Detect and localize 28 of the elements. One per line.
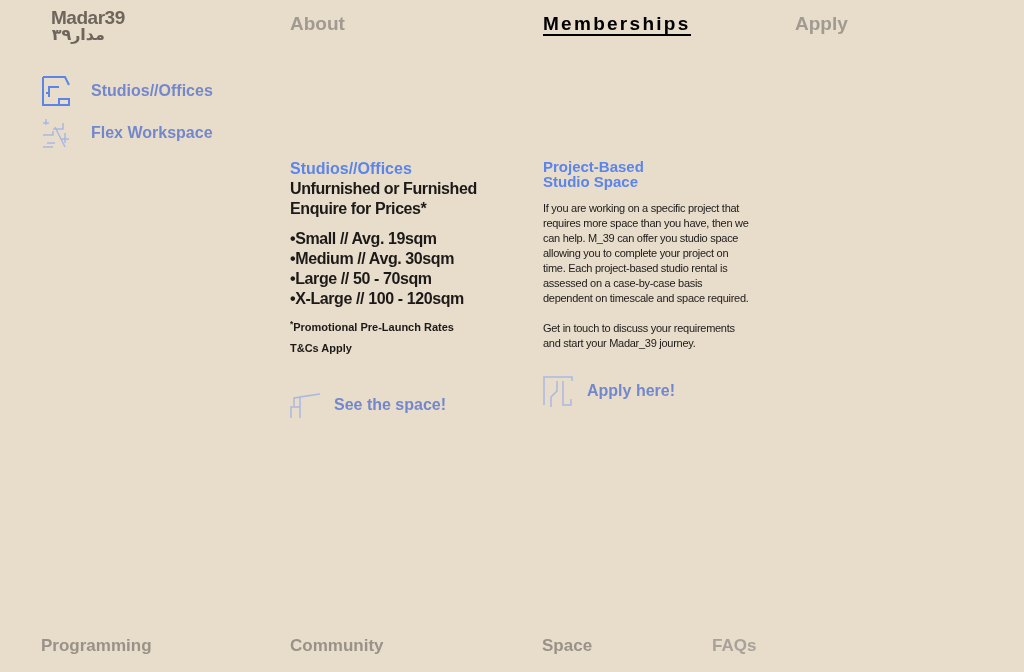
sidebar-link[interactable]: Flex Workspace (91, 121, 213, 145)
doorway-icon[interactable] (543, 375, 573, 407)
subtitle-text: Unfurnished or Furnished (290, 179, 478, 199)
logo-text[interactable]: Madar39 (41, 8, 290, 27)
footer-link[interactable]: Community (290, 636, 542, 656)
section-heading: Studios//Offices (290, 159, 413, 179)
footer-link[interactable]: Programming (41, 636, 165, 656)
body-paragraph: If you are working on a specific project that requires more space than you have, then we can help. M_39 can offer you studio space allowing you to complete your project on time. Each project-based studio rental is assessed on a case-by-case basis dependent on timescale and space required. (543, 201, 750, 306)
building-icon[interactable] (290, 392, 320, 418)
size-item: •Small // Avg. 19sqm (290, 229, 438, 249)
sidebar-link[interactable]: Studios//Offices (91, 79, 213, 103)
footnote-text: $^{*}$Promotional Pre-Launch Rates (290, 319, 455, 335)
size-item: •Large // 50 - 70sqm (290, 269, 433, 289)
footer-link[interactable]: Space (542, 636, 712, 656)
apply-link[interactable]: Apply here! (587, 379, 675, 403)
section-heading: Studio Space (543, 174, 639, 189)
size-item: •X-Large // 100 - 120sqm (290, 289, 465, 309)
logo-arabic-text: مدار٣٩ (50, 27, 105, 43)
body-paragraph: Get in touch to discuss your requirements and start your Madar_39 journey. (543, 321, 736, 351)
subtitle-text: Enquire for Prices* (290, 199, 428, 219)
nav-link[interactable]: Memberships (543, 14, 691, 36)
terms-text: T&Cs Apply (290, 340, 353, 356)
nav-link[interactable]: Apply (795, 14, 848, 34)
floorplan-icon[interactable] (41, 75, 71, 107)
footer-link[interactable]: FAQs (712, 636, 912, 656)
size-item: •Medium // Avg. 30sqm (290, 249, 456, 269)
nav-link[interactable]: About (290, 14, 345, 34)
see-space-link[interactable]: See the space! (334, 393, 447, 417)
